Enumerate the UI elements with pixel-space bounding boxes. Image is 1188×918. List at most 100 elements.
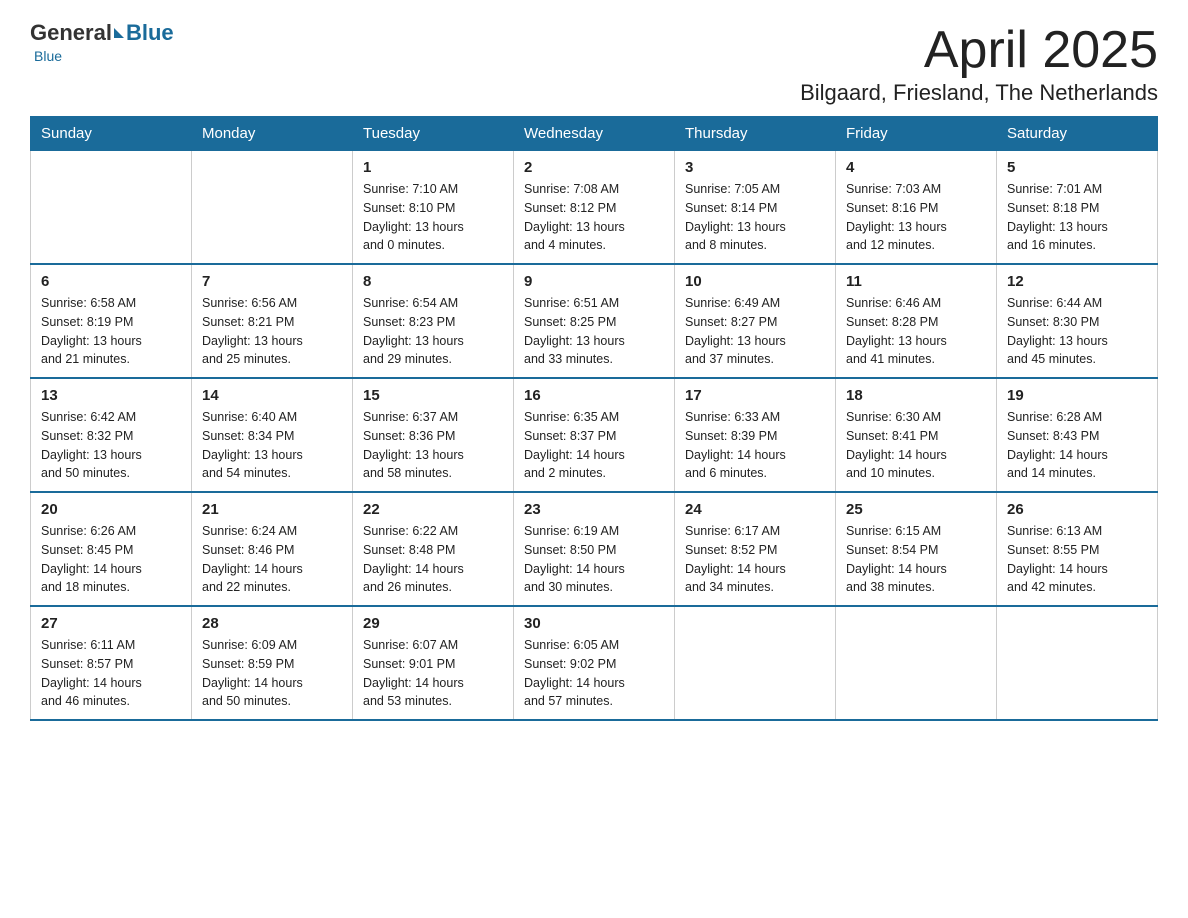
calendar-cell: 7 Sunrise: 6:56 AMSunset: 8:21 PMDaylight… (192, 264, 353, 378)
calendar-cell: 4Sunrise: 7:03 AMSunset: 8:16 PMDaylight… (836, 151, 997, 265)
calendar-cell (192, 151, 353, 265)
day-info: Sunrise: 6:37 AMSunset: 8:36 PMDaylight:… (363, 408, 503, 483)
day-info: Sunrise: 6:24 AMSunset: 8:46 PMDaylight:… (202, 522, 342, 597)
day-info: Sunrise: 6:40 AMSunset: 8:34 PMDaylight:… (202, 408, 342, 483)
day-number: 9 (524, 273, 664, 290)
calendar-cell: 16Sunrise: 6:35 AMSunset: 8:37 PMDayligh… (514, 378, 675, 492)
calendar-week-row: 13Sunrise: 6:42 AMSunset: 8:32 PMDayligh… (31, 378, 1158, 492)
calendar-cell: 1 Sunrise: 7:10 AMSunset: 8:10 PMDaylight… (353, 151, 514, 265)
logo-general-text: General (30, 20, 112, 46)
day-info: Sunrise: 6:22 AMSunset: 8:48 PMDaylight:… (363, 522, 503, 597)
day-info: Sunrise: 7:01 AMSunset: 8:18 PMDaylight:… (1007, 180, 1147, 255)
day-info: Sunrise: 6:44 AMSunset: 8:30 PMDaylight:… (1007, 294, 1147, 369)
day-number: 2 (524, 159, 664, 176)
day-info: Sunrise: 7:05 AMSunset: 8:14 PMDaylight:… (685, 180, 825, 255)
day-info: Sunrise: 6:17 AMSunset: 8:52 PMDaylight:… (685, 522, 825, 597)
calendar-cell: 30 Sunrise: 6:05 AMSunset: 9:02 PMDayligh… (514, 606, 675, 720)
calendar-cell: 24 Sunrise: 6:17 AMSunset: 8:52 PMDayligh… (675, 492, 836, 606)
header-thursday: Thursday (675, 117, 836, 151)
calendar-week-row: 20Sunrise: 6:26 AMSunset: 8:45 PMDayligh… (31, 492, 1158, 606)
calendar-cell: 17 Sunrise: 6:33 AMSunset: 8:39 PMDayligh… (675, 378, 836, 492)
page-header: General Blue Blue April 2025 Bilgaard, F… (30, 20, 1158, 106)
day-number: 15 (363, 387, 503, 404)
calendar-cell: 9 Sunrise: 6:51 AMSunset: 8:25 PMDaylight… (514, 264, 675, 378)
day-info: Sunrise: 6:58 AMSunset: 8:19 PMDaylight:… (41, 294, 181, 369)
day-info: Sunrise: 7:08 AMSunset: 8:12 PMDaylight:… (524, 180, 664, 255)
day-info: Sunrise: 6:54 AMSunset: 8:23 PMDaylight:… (363, 294, 503, 369)
calendar-cell (31, 151, 192, 265)
day-info: Sunrise: 6:42 AMSunset: 8:32 PMDaylight:… (41, 408, 181, 483)
calendar-cell: 13Sunrise: 6:42 AMSunset: 8:32 PMDayligh… (31, 378, 192, 492)
calendar-title: April 2025 (800, 20, 1158, 80)
header-monday: Monday (192, 117, 353, 151)
day-number: 22 (363, 501, 503, 518)
calendar-cell: 19 Sunrise: 6:28 AMSunset: 8:43 PMDayligh… (997, 378, 1158, 492)
day-number: 27 (41, 615, 181, 632)
day-info: Sunrise: 6:07 AMSunset: 9:01 PMDaylight:… (363, 636, 503, 711)
day-info: Sunrise: 6:28 AMSunset: 8:43 PMDaylight:… (1007, 408, 1147, 483)
calendar-cell (997, 606, 1158, 720)
calendar-cell: 3 Sunrise: 7:05 AMSunset: 8:14 PMDaylight… (675, 151, 836, 265)
day-number: 12 (1007, 273, 1147, 290)
day-number: 1 (363, 159, 503, 176)
calendar-cell: 2 Sunrise: 7:08 AMSunset: 8:12 PMDaylight… (514, 151, 675, 265)
calendar-cell: 14 Sunrise: 6:40 AMSunset: 8:34 PMDayligh… (192, 378, 353, 492)
calendar-cell: 27Sunrise: 6:11 AMSunset: 8:57 PMDayligh… (31, 606, 192, 720)
day-info: Sunrise: 7:03 AMSunset: 8:16 PMDaylight:… (846, 180, 986, 255)
calendar-cell: 28 Sunrise: 6:09 AMSunset: 8:59 PMDayligh… (192, 606, 353, 720)
day-number: 19 (1007, 387, 1147, 404)
calendar-cell: 23 Sunrise: 6:19 AMSunset: 8:50 PMDayligh… (514, 492, 675, 606)
header-saturday: Saturday (997, 117, 1158, 151)
calendar-cell: 26 Sunrise: 6:13 AMSunset: 8:55 PMDayligh… (997, 492, 1158, 606)
day-number: 8 (363, 273, 503, 290)
day-number: 23 (524, 501, 664, 518)
calendar-cell: 22 Sunrise: 6:22 AMSunset: 8:48 PMDayligh… (353, 492, 514, 606)
day-number: 17 (685, 387, 825, 404)
calendar-cell: 15 Sunrise: 6:37 AMSunset: 8:36 PMDayligh… (353, 378, 514, 492)
calendar-cell (675, 606, 836, 720)
day-info: Sunrise: 6:13 AMSunset: 8:55 PMDaylight:… (1007, 522, 1147, 597)
day-number: 28 (202, 615, 342, 632)
day-info: Sunrise: 6:56 AMSunset: 8:21 PMDaylight:… (202, 294, 342, 369)
calendar-cell: 12 Sunrise: 6:44 AMSunset: 8:30 PMDayligh… (997, 264, 1158, 378)
calendar-cell: 25 Sunrise: 6:15 AMSunset: 8:54 PMDayligh… (836, 492, 997, 606)
calendar-cell: 29 Sunrise: 6:07 AMSunset: 9:01 PMDayligh… (353, 606, 514, 720)
day-number: 5 (1007, 159, 1147, 176)
calendar-week-row: 6 Sunrise: 6:58 AMSunset: 8:19 PMDaylight… (31, 264, 1158, 378)
calendar-subtitle: Bilgaard, Friesland, The Netherlands (800, 80, 1158, 106)
day-number: 29 (363, 615, 503, 632)
day-info: Sunrise: 6:15 AMSunset: 8:54 PMDaylight:… (846, 522, 986, 597)
day-number: 6 (41, 273, 181, 290)
day-number: 25 (846, 501, 986, 518)
day-number: 14 (202, 387, 342, 404)
day-number: 11 (846, 273, 986, 290)
day-number: 21 (202, 501, 342, 518)
calendar-cell (836, 606, 997, 720)
day-info: Sunrise: 6:05 AMSunset: 9:02 PMDaylight:… (524, 636, 664, 711)
day-info: Sunrise: 6:33 AMSunset: 8:39 PMDaylight:… (685, 408, 825, 483)
calendar-week-row: 27Sunrise: 6:11 AMSunset: 8:57 PMDayligh… (31, 606, 1158, 720)
day-info: Sunrise: 6:26 AMSunset: 8:45 PMDaylight:… (41, 522, 181, 597)
calendar-cell: 11 Sunrise: 6:46 AMSunset: 8:28 PMDayligh… (836, 264, 997, 378)
day-info: Sunrise: 7:10 AMSunset: 8:10 PMDaylight:… (363, 180, 503, 255)
header-friday: Friday (836, 117, 997, 151)
day-number: 7 (202, 273, 342, 290)
day-info: Sunrise: 6:30 AMSunset: 8:41 PMDaylight:… (846, 408, 986, 483)
calendar-cell: 18Sunrise: 6:30 AMSunset: 8:41 PMDayligh… (836, 378, 997, 492)
day-info: Sunrise: 6:49 AMSunset: 8:27 PMDaylight:… (685, 294, 825, 369)
day-number: 3 (685, 159, 825, 176)
day-info: Sunrise: 6:19 AMSunset: 8:50 PMDaylight:… (524, 522, 664, 597)
logo: General Blue Blue (30, 20, 174, 64)
calendar-cell: 20Sunrise: 6:26 AMSunset: 8:45 PMDayligh… (31, 492, 192, 606)
day-number: 24 (685, 501, 825, 518)
day-info: Sunrise: 6:09 AMSunset: 8:59 PMDaylight:… (202, 636, 342, 711)
day-info: Sunrise: 6:51 AMSunset: 8:25 PMDaylight:… (524, 294, 664, 369)
calendar-cell: 6 Sunrise: 6:58 AMSunset: 8:19 PMDaylight… (31, 264, 192, 378)
calendar-week-row: 1 Sunrise: 7:10 AMSunset: 8:10 PMDaylight… (31, 151, 1158, 265)
day-info: Sunrise: 6:46 AMSunset: 8:28 PMDaylight:… (846, 294, 986, 369)
logo-arrow-icon (114, 28, 124, 38)
day-number: 30 (524, 615, 664, 632)
day-number: 26 (1007, 501, 1147, 518)
calendar-header-row: SundayMondayTuesdayWednesdayThursdayFrid… (31, 117, 1158, 151)
calendar-cell: 8 Sunrise: 6:54 AMSunset: 8:23 PMDaylight… (353, 264, 514, 378)
